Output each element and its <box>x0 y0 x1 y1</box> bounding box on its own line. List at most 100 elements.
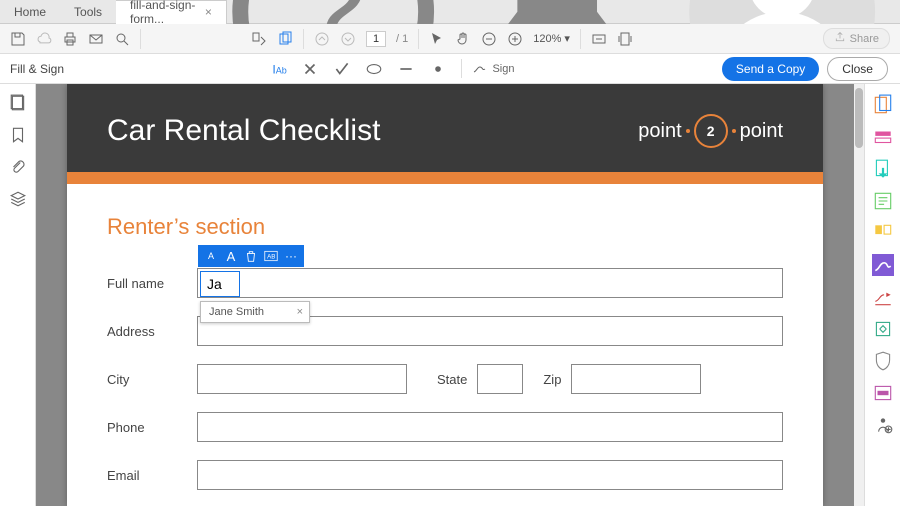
autocomplete-text: Jane Smith <box>203 306 264 318</box>
brand-text-left: point <box>638 120 681 143</box>
page-input[interactable]: 1 <box>366 31 386 47</box>
thumbnails-icon[interactable] <box>9 94 27 112</box>
page-up-icon[interactable] <box>314 31 330 47</box>
field-type-icon[interactable]: AB <box>264 250 278 262</box>
send-copy-button[interactable]: Send a Copy <box>722 57 819 81</box>
svg-text:AB: AB <box>267 253 275 260</box>
divider-bar <box>67 172 823 184</box>
edit-pdf-icon[interactable] <box>872 190 894 212</box>
zoom-select[interactable]: 120% ▾ <box>533 32 570 45</box>
fill-sign-rail-icon[interactable] <box>872 254 894 276</box>
increase-text-icon[interactable]: A <box>224 249 238 264</box>
pen-icon <box>472 59 488 78</box>
label-city: City <box>107 372 197 387</box>
fit-width-icon[interactable] <box>591 31 607 47</box>
brand-circle: 2 <box>694 114 728 148</box>
sign-label: Sign <box>492 63 514 75</box>
label-email: Email <box>107 468 197 483</box>
cloud-icon[interactable] <box>36 31 52 47</box>
tab-document[interactable]: fill-and-sign-form... × <box>116 0 227 24</box>
fit-page-icon[interactable] <box>617 31 633 47</box>
tab-close-icon[interactable]: × <box>205 5 212 19</box>
create-pdf-icon[interactable] <box>872 94 894 116</box>
zoom-in-icon[interactable] <box>507 31 523 47</box>
line-tool-icon[interactable] <box>397 60 415 78</box>
pdf-page: Car Rental Checklist point 2 point Rente… <box>67 84 823 506</box>
zoom-value: 120% <box>533 33 561 45</box>
autocomplete-suggestion[interactable]: Jane Smith × <box>200 301 310 323</box>
document-body: Renter’s section Full name A A AB ··· <box>67 184 823 506</box>
brand-dot-icon <box>732 129 736 133</box>
protect-icon[interactable] <box>872 350 894 372</box>
save-icon[interactable] <box>10 31 26 47</box>
redact-icon[interactable] <box>872 382 894 404</box>
pointer-icon[interactable] <box>429 31 445 47</box>
page-down-icon[interactable] <box>340 31 356 47</box>
share-button[interactable]: Share <box>823 28 890 49</box>
form-row-fullname: Full name A A AB ··· Jane Smit <box>107 268 783 298</box>
tab-bar: Home Tools fill-and-sign-form... × ? <box>0 0 900 24</box>
main-toolbar: 1 / 1 120% ▾ Share <box>0 24 900 54</box>
circle-tool-icon[interactable] <box>365 60 383 78</box>
sign-button[interactable]: Sign <box>461 59 514 78</box>
brand-dot-icon <box>686 129 690 133</box>
field-city[interactable] <box>197 364 407 394</box>
compress-icon[interactable] <box>872 318 894 340</box>
section-title: Renter’s section <box>107 214 783 240</box>
tab-tools[interactable]: Tools <box>60 0 116 24</box>
field-email[interactable] <box>197 460 783 490</box>
left-rail <box>0 84 36 506</box>
more-options-icon[interactable]: ··· <box>284 249 298 263</box>
label-address: Address <box>107 324 197 339</box>
brand-text-right: point <box>740 120 783 143</box>
fill-sign-label: Fill & Sign <box>0 62 74 76</box>
field-state[interactable] <box>477 364 523 394</box>
field-zip[interactable] <box>571 364 701 394</box>
document-header: Car Rental Checklist point 2 point <box>67 84 823 172</box>
document-viewport[interactable]: Car Rental Checklist point 2 point Rente… <box>36 84 854 506</box>
fill-sign-toolbar: Fill & Sign IAb Sign Send a Copy Close <box>0 54 900 84</box>
zoom-out-icon[interactable] <box>481 31 497 47</box>
delete-field-icon[interactable] <box>244 249 258 263</box>
label-fullname: Full name <box>107 276 197 291</box>
brand-logo: point 2 point <box>638 114 783 148</box>
form-row-phone: Phone <box>107 412 783 442</box>
more-tools-icon[interactable] <box>872 414 894 436</box>
print-icon[interactable] <box>62 31 78 47</box>
text-tool-icon[interactable]: IAb <box>269 60 287 78</box>
label-state: State <box>437 372 467 387</box>
decrease-text-icon[interactable]: A <box>204 251 218 261</box>
selection-tool-icon[interactable] <box>251 31 267 47</box>
form-row-city: City State Zip <box>107 364 783 394</box>
fullname-input[interactable] <box>200 271 240 297</box>
vertical-scrollbar[interactable] <box>854 84 864 506</box>
search-icon[interactable] <box>114 31 130 47</box>
text-field-toolbar: A A AB ··· <box>198 245 304 267</box>
layers-icon[interactable] <box>9 190 27 208</box>
bookmark-icon[interactable] <box>9 126 27 144</box>
hand-icon[interactable] <box>455 31 471 47</box>
cross-tool-icon[interactable] <box>301 60 319 78</box>
autocomplete-close-icon[interactable]: × <box>293 306 307 318</box>
check-tool-icon[interactable] <box>333 60 351 78</box>
dot-tool-icon[interactable] <box>429 60 447 78</box>
share-icon <box>834 31 846 46</box>
organize-icon[interactable] <box>872 222 894 244</box>
page-total-label: / 1 <box>396 33 408 45</box>
label-phone: Phone <box>107 420 197 435</box>
form-row-email: Email <box>107 460 783 490</box>
tab-home[interactable]: Home <box>0 0 60 24</box>
combine-icon[interactable] <box>872 126 894 148</box>
field-phone[interactable] <box>197 412 783 442</box>
mail-icon[interactable] <box>88 31 104 47</box>
chevron-down-icon: ▾ <box>564 32 570 45</box>
right-rail <box>864 84 900 506</box>
share-label: Share <box>850 33 879 45</box>
field-fullname[interactable]: A A AB ··· Jane Smith × <box>197 268 783 298</box>
close-button[interactable]: Close <box>827 57 888 81</box>
attachment-icon[interactable] <box>9 158 27 176</box>
scrollbar-thumb[interactable] <box>855 88 863 148</box>
send-sign-icon[interactable] <box>872 286 894 308</box>
export-pdf-icon[interactable] <box>872 158 894 180</box>
copy-icon[interactable] <box>277 31 293 47</box>
